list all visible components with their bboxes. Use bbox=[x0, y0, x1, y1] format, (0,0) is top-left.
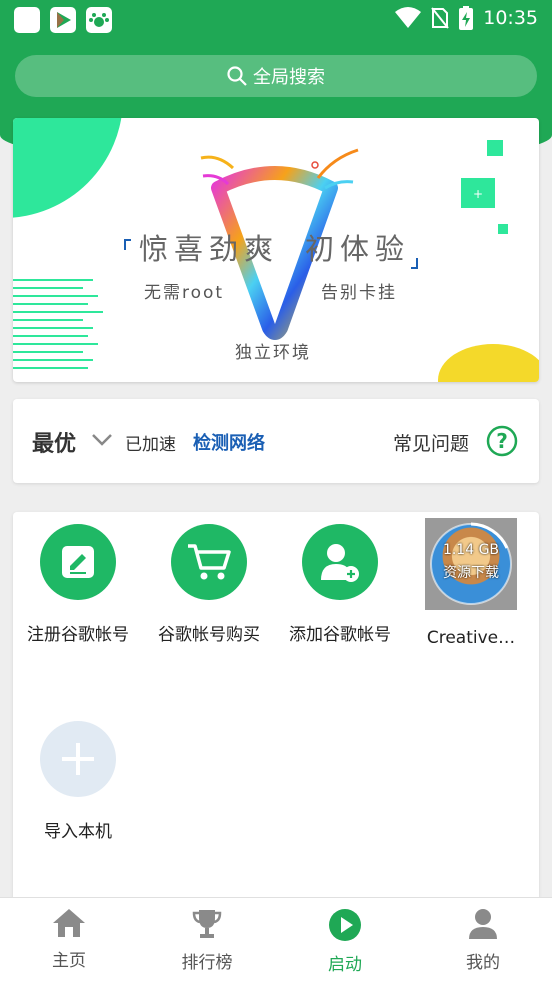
add-user-icon-circle bbox=[302, 524, 378, 600]
play-store-icon bbox=[50, 7, 76, 33]
app-label: 导入本机 bbox=[44, 822, 112, 842]
detect-network-link[interactable]: 检测网络 bbox=[193, 429, 265, 455]
wifi-icon bbox=[395, 7, 422, 28]
app-label: Creative… bbox=[426, 628, 516, 648]
global-search-bar[interactable]: 全局搜索 bbox=[15, 55, 537, 97]
banner-headline-right: 初体验 bbox=[305, 232, 411, 266]
cart-icon-circle bbox=[171, 524, 247, 600]
register-google-account[interactable]: 注册谷歌帐号 bbox=[13, 524, 143, 645]
baidu-icon bbox=[86, 7, 112, 33]
cart-icon bbox=[188, 544, 231, 580]
status-bar: 10:35 bbox=[0, 0, 552, 40]
clock: 10:35 bbox=[483, 7, 538, 29]
notification-square-icon bbox=[14, 7, 40, 33]
banner-sub-bottom: 独立环境 bbox=[235, 343, 311, 363]
home-icon bbox=[53, 909, 85, 937]
no-sim-icon bbox=[431, 7, 450, 29]
bottom-navigation: 主页 排行榜 启动 我的 bbox=[0, 897, 552, 982]
accel-status: 已加速 bbox=[125, 435, 176, 455]
add-google-account[interactable]: 添加谷歌帐号 bbox=[275, 524, 405, 645]
edit-icon bbox=[62, 546, 94, 578]
nav-launch[interactable]: 启动 bbox=[276, 898, 414, 982]
creative-game-app[interactable]: 1.14 GB 资源下载 Creative… bbox=[406, 518, 536, 648]
user-icon bbox=[469, 909, 497, 939]
nav-home[interactable]: 主页 bbox=[0, 898, 138, 982]
search-label: 全局搜索 bbox=[253, 67, 325, 88]
add-user-icon bbox=[321, 544, 359, 582]
app-label: 谷歌帐号购买 bbox=[158, 625, 260, 645]
import-icon-circle bbox=[40, 721, 116, 797]
app-label: 添加谷歌帐号 bbox=[289, 625, 391, 645]
game-thumbnail: 1.14 GB 资源下载 bbox=[425, 518, 517, 610]
chevron-down-icon[interactable] bbox=[91, 433, 113, 447]
help-icon[interactable]: ? bbox=[486, 425, 518, 457]
banner-sub-left: 无需root bbox=[144, 283, 225, 303]
trophy-icon bbox=[192, 910, 222, 938]
import-local-app[interactable]: 导入本机 bbox=[13, 721, 143, 842]
search-icon bbox=[227, 66, 247, 86]
battery-charging-icon bbox=[459, 6, 474, 30]
promo-banner[interactable]: + 惊喜劲爽 初体验 无需root 告别卡挂 独立环境 bbox=[13, 118, 539, 382]
banner-sub-right: 告别卡挂 bbox=[321, 283, 397, 303]
register-icon-circle bbox=[40, 524, 116, 600]
play-icon bbox=[329, 909, 361, 941]
banner-headline-left: 惊喜劲爽 bbox=[139, 232, 280, 266]
acceleration-bar: 最优 已加速 检测网络 常见问题 ? bbox=[13, 399, 539, 483]
nav-me[interactable]: 我的 bbox=[414, 898, 552, 982]
svg-text:?: ? bbox=[496, 429, 508, 453]
download-size: 1.14 GB bbox=[442, 542, 500, 558]
faq-link[interactable]: 常见问题 bbox=[393, 429, 469, 456]
apps-grid: 注册谷歌帐号 谷歌帐号购买 添加谷歌帐号 1.14 GB 资源下载 Creati… bbox=[13, 512, 539, 902]
buy-google-account[interactable]: 谷歌帐号购买 bbox=[144, 524, 274, 645]
plus-icon bbox=[62, 743, 94, 775]
accel-mode[interactable]: 最优 bbox=[32, 426, 76, 458]
svg-text:+: + bbox=[473, 187, 483, 201]
nav-ranking[interactable]: 排行榜 bbox=[138, 898, 276, 982]
app-label: 注册谷歌帐号 bbox=[27, 625, 129, 645]
download-status: 资源下载 bbox=[443, 565, 499, 581]
